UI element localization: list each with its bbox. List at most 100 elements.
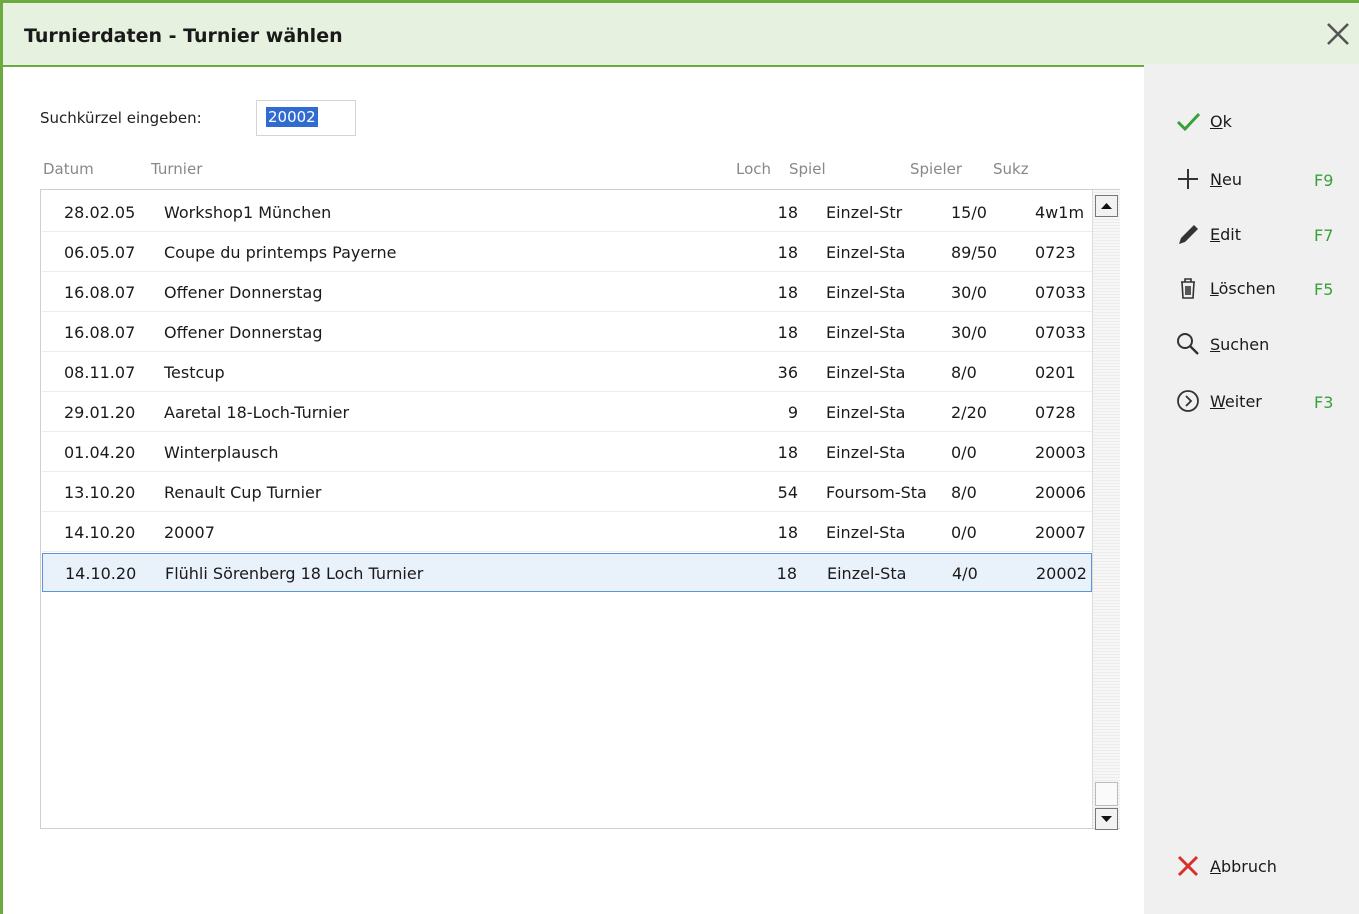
cell-sukz: 07033 bbox=[1035, 283, 1086, 302]
cell-datum: 29.01.20 bbox=[64, 403, 136, 422]
table-row-selected[interactable]: 14.10.20 Flühli Sörenberg 18 Loch Turnier… bbox=[42, 553, 1092, 592]
delete-mnemonic: L bbox=[1210, 278, 1219, 298]
check-icon bbox=[1174, 107, 1202, 135]
cell-spiel: Foursom-Sta bbox=[826, 483, 927, 502]
next-button[interactable]: Weiter bbox=[1174, 386, 1262, 416]
column-header-turnier: Turnier bbox=[151, 160, 203, 178]
edit-mnemonic: E bbox=[1210, 224, 1221, 244]
cell-spieler: 89/50 bbox=[951, 243, 998, 262]
cell-turnier: Offener Donnerstag bbox=[164, 283, 323, 302]
cell-datum: 16.08.07 bbox=[64, 283, 136, 302]
cell-spieler: 8/0 bbox=[951, 363, 977, 382]
table-row[interactable]: 01.04.20 Winterplausch 18 Einzel-Sta 0/0 2000… bbox=[42, 433, 1092, 472]
delete-shortcut: F5 bbox=[1314, 280, 1334, 299]
table-row[interactable]: 06.05.07 Coupe du printemps Payerne 18 Einz… bbox=[42, 233, 1092, 272]
edit-shortcut: F7 bbox=[1314, 226, 1334, 245]
cell-turnier: Testcup bbox=[164, 363, 225, 382]
cell-loch: 18 bbox=[777, 443, 798, 462]
search-input[interactable]: 20002 bbox=[256, 100, 356, 136]
cell-turnier: Winterplausch bbox=[164, 443, 279, 462]
cell-sukz: 20003 bbox=[1035, 443, 1086, 462]
cell-spieler: 30/0 bbox=[951, 323, 987, 342]
cell-loch: 9 bbox=[787, 403, 798, 422]
cell-datum: 01.04.20 bbox=[64, 443, 136, 462]
new-shortcut: F9 bbox=[1314, 171, 1334, 190]
table-row[interactable]: 14.10.20 20007 18 Einzel-Sta 0/0 20007 bbox=[42, 513, 1092, 552]
cell-spiel: Einzel-Sta bbox=[826, 283, 906, 302]
close-icon bbox=[1327, 23, 1349, 45]
cell-sukz: 0201 bbox=[1035, 363, 1076, 382]
cell-sukz: 20002 bbox=[1036, 564, 1087, 583]
cell-sukz: 07033 bbox=[1035, 323, 1086, 342]
cell-spieler: 15/0 bbox=[951, 203, 987, 222]
table-row[interactable]: 28.02.05 Workshop1 München 18 Einzel-Str 15/… bbox=[42, 193, 1092, 232]
ok-button[interactable]: Ok bbox=[1174, 106, 1232, 136]
cell-loch: 18 bbox=[777, 523, 798, 542]
triangle-up-icon bbox=[1101, 203, 1112, 209]
delete-label: öschen bbox=[1218, 278, 1276, 298]
cell-spieler: 0/0 bbox=[951, 443, 977, 462]
cell-turnier: 20007 bbox=[164, 523, 215, 542]
cell-spiel: Einzel-Sta bbox=[826, 243, 906, 262]
cell-datum: 16.08.07 bbox=[64, 323, 136, 342]
plus-icon bbox=[1174, 165, 1202, 193]
table-row[interactable]: 16.08.07 Offener Donnerstag 18 Einzel-Sta 30… bbox=[42, 273, 1092, 312]
cell-sukz: 0723 bbox=[1035, 243, 1076, 262]
cell-loch: 18 bbox=[777, 283, 798, 302]
cell-spiel: Einzel-Str bbox=[826, 203, 903, 222]
new-label: eu bbox=[1221, 169, 1242, 189]
cell-spieler: 2/20 bbox=[951, 403, 987, 422]
ok-mnemonic: O bbox=[1210, 111, 1223, 131]
cell-datum: 08.11.07 bbox=[64, 363, 136, 382]
title-bar: Turnierdaten - Turnier wählen bbox=[3, 3, 1359, 67]
table-row[interactable]: 29.01.20 Aaretal 18-Loch-Turnier 9 Einzel-S… bbox=[42, 393, 1092, 432]
cell-turnier: Aaretal 18-Loch-Turnier bbox=[164, 403, 350, 422]
column-header-datum: Datum bbox=[43, 160, 94, 178]
cell-loch: 18 bbox=[777, 243, 798, 262]
cancel-mnemonic: A bbox=[1210, 856, 1221, 876]
cell-datum: 14.10.20 bbox=[64, 523, 136, 542]
search-icon bbox=[1174, 330, 1202, 358]
scroll-down-button[interactable] bbox=[1095, 808, 1118, 830]
cell-turnier: Coupe du printemps Payerne bbox=[164, 243, 397, 262]
delete-button[interactable]: Löschen bbox=[1174, 273, 1276, 303]
scroll-thumb[interactable] bbox=[1095, 782, 1118, 806]
cell-loch: 36 bbox=[777, 363, 798, 382]
cell-loch: 18 bbox=[777, 203, 798, 222]
scroll-up-button[interactable] bbox=[1095, 195, 1118, 217]
cell-loch: 54 bbox=[777, 483, 798, 502]
vertical-scrollbar[interactable] bbox=[1092, 190, 1120, 830]
next-mnemonic: W bbox=[1210, 391, 1225, 411]
close-button[interactable] bbox=[1321, 17, 1355, 51]
table-row[interactable]: 13.10.20 Renault Cup Turnier 54 Foursom-Sta… bbox=[42, 473, 1092, 512]
search-input-value: 20002 bbox=[266, 107, 318, 127]
cell-spieler: 4/0 bbox=[952, 564, 978, 583]
edit-button[interactable]: Edit bbox=[1174, 219, 1241, 249]
next-label: eiter bbox=[1224, 391, 1262, 411]
tournament-list[interactable]: 14.10.20 Flühli Sörenberg 18 Loch Turnier… bbox=[40, 189, 1120, 830]
cell-turnier: Offener Donnerstag bbox=[164, 323, 323, 342]
cell-loch: 18 bbox=[777, 323, 798, 342]
cell-sukz: 20007 bbox=[1035, 523, 1086, 542]
new-button[interactable]: Neu bbox=[1174, 164, 1242, 194]
cell-spieler: 8/0 bbox=[951, 483, 977, 502]
cell-sukz: 0728 bbox=[1035, 403, 1076, 422]
pencil-icon bbox=[1174, 220, 1202, 248]
search-button[interactable]: Suchen bbox=[1174, 329, 1269, 359]
cancel-button[interactable]: Abbruch bbox=[1174, 851, 1277, 881]
edit-label: dit bbox=[1220, 224, 1241, 244]
table-row[interactable]: 16.08.07 Offener Donnerstag 18 Einzel-Sta 30… bbox=[42, 313, 1092, 352]
ok-label: k bbox=[1222, 111, 1232, 131]
cross-icon bbox=[1174, 852, 1202, 880]
cell-spieler: 30/0 bbox=[951, 283, 987, 302]
triangle-down-icon bbox=[1101, 816, 1112, 822]
arrow-circle-icon bbox=[1174, 387, 1202, 415]
next-shortcut: F3 bbox=[1314, 393, 1334, 412]
cell-datum: 28.02.05 bbox=[64, 203, 136, 222]
search-label: Suchkürzel eingeben: bbox=[40, 109, 202, 127]
window-title: Turnierdaten - Turnier wählen bbox=[24, 25, 343, 47]
cell-datum: 13.10.20 bbox=[64, 483, 136, 502]
new-mnemonic: N bbox=[1210, 169, 1222, 189]
table-row[interactable]: 08.11.07 Testcup 36 Einzel-Sta 8/0 0201 bbox=[42, 353, 1092, 392]
cell-loch: 18 bbox=[776, 564, 797, 583]
